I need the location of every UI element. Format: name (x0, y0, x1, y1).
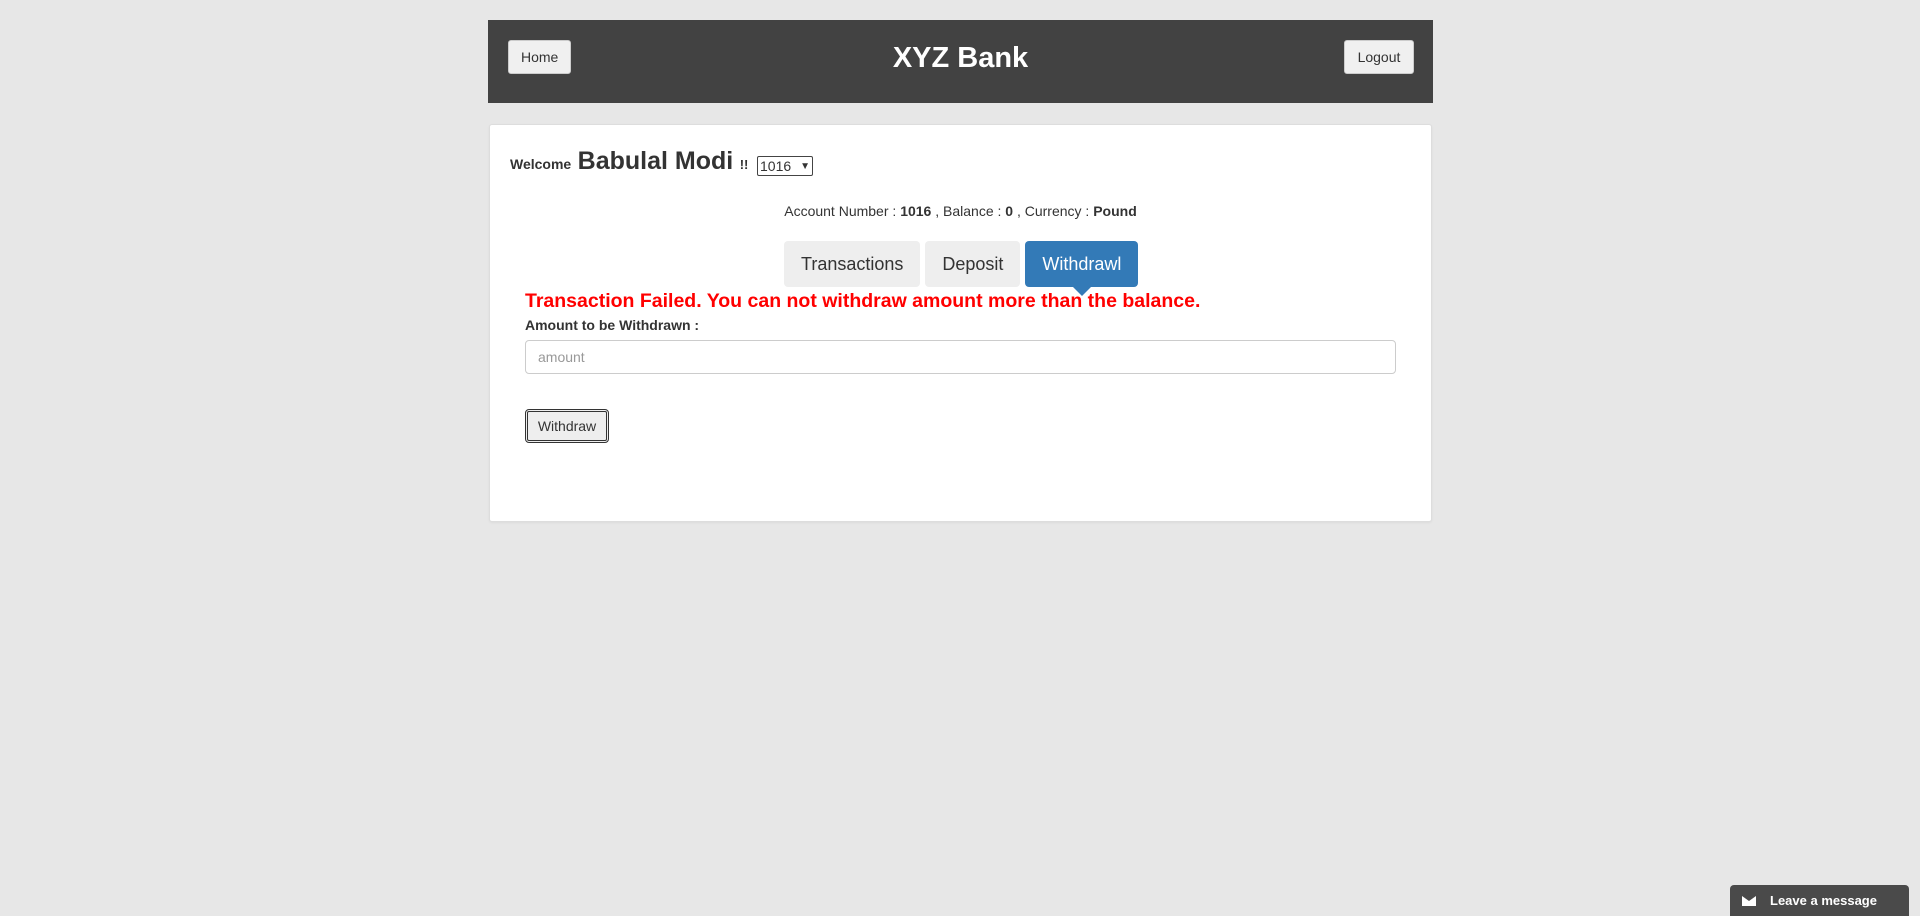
withdraw-button[interactable]: Withdraw (525, 409, 609, 443)
welcome-line: Welcome Babulal Modi !! (510, 147, 748, 176)
leave-message-widget[interactable]: Leave a message (1730, 885, 1909, 916)
account-info: Account Number : 1016 , Balance : 0 , Cu… (490, 203, 1431, 219)
amount-label: Amount to be Withdrawn : (525, 317, 700, 333)
error-message: Transaction Failed. You can not withdraw… (525, 290, 1201, 312)
amount-input[interactable] (525, 340, 1396, 374)
tab-transactions[interactable]: Transactions (784, 241, 921, 287)
currency-label: , Currency : (1016, 203, 1090, 219)
bank-title: XYZ Bank (892, 42, 1029, 74)
welcome-prefix: Welcome (510, 156, 572, 172)
account-select[interactable]: 1016 ▼ (757, 156, 813, 176)
tab-withdrawl[interactable]: Withdrawl (1025, 241, 1139, 296)
customer-name: Babulal Modi (577, 147, 734, 175)
balance-label: , Balance : (935, 203, 1002, 219)
account-number-value: 1016 (900, 203, 932, 219)
envelope-icon (1742, 895, 1756, 906)
currency-value: Pound (1093, 203, 1137, 219)
account-select-value: 1016 (760, 158, 792, 174)
top-header: Home XYZ Bank Logout (488, 20, 1433, 103)
account-panel: Welcome Babulal Modi !! 1016 ▼ Account N… (489, 124, 1432, 522)
logout-button[interactable]: Logout (1344, 40, 1414, 74)
chevron-down-icon: ▼ (800, 160, 810, 172)
welcome-suffix: !! (739, 157, 749, 172)
tab-bar: Transactions Deposit Withdrawl (784, 241, 1139, 296)
balance-value: 0 (1005, 203, 1014, 219)
account-number-label: Account Number : (784, 203, 897, 219)
tab-deposit[interactable]: Deposit (925, 241, 1021, 287)
leave-message-label: Leave a message (1770, 893, 1877, 908)
